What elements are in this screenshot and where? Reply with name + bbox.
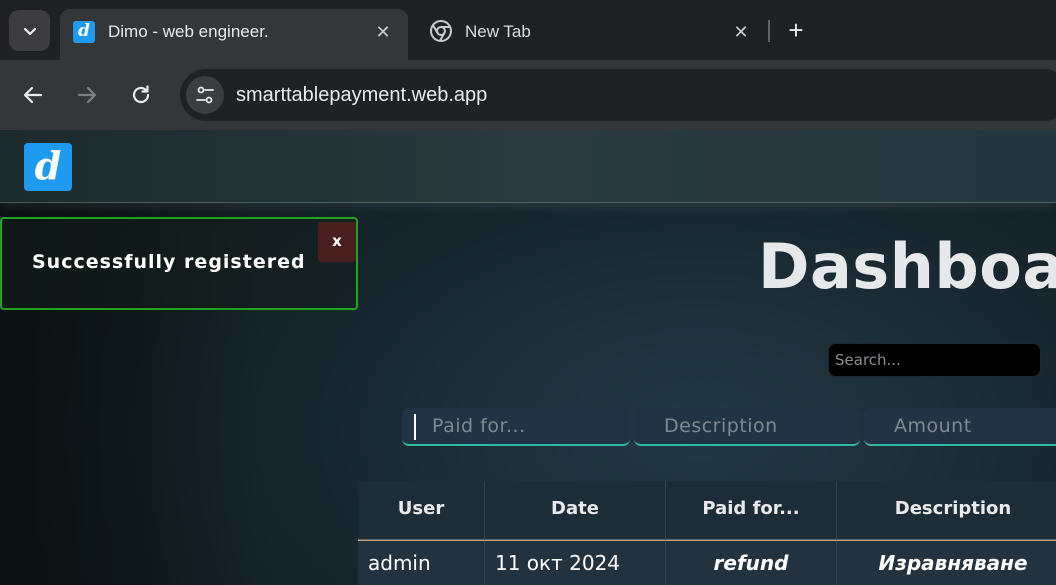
tab-title: New Tab <box>465 22 531 41</box>
dimo-favicon-icon: d <box>73 21 95 43</box>
tab-search-button[interactable] <box>9 10 50 51</box>
url-text: smarttablepayment.web.app <box>236 84 488 106</box>
cell-paid-for: refund <box>666 541 837 585</box>
table-row[interactable]: admin 11 окт 2024 refund Изравняване <box>358 540 1056 585</box>
close-tab-icon[interactable]: ✕ <box>372 21 394 43</box>
search-input[interactable] <box>828 343 1041 377</box>
new-tab-button[interactable]: + <box>784 17 808 43</box>
cell-description: Изравняване <box>837 541 1056 585</box>
forward-button[interactable] <box>74 82 100 108</box>
close-tab-icon[interactable]: ✕ <box>730 21 752 43</box>
page-title: Dashboar <box>758 230 1056 303</box>
chrome-icon <box>430 20 452 42</box>
description-input[interactable] <box>634 408 860 446</box>
tune-icon <box>196 86 214 104</box>
arrow-left-icon <box>23 86 43 104</box>
tab-dimo[interactable]: d Dimo - web engineer. ✕ <box>60 9 408 60</box>
back-button[interactable] <box>20 82 46 108</box>
tab-separator <box>768 20 770 42</box>
site-logo[interactable]: d <box>24 143 72 191</box>
reload-icon <box>132 85 150 104</box>
tab-strip: d Dimo - web engineer. ✕ New Tab ✕ + <box>0 0 1056 60</box>
column-header-date[interactable]: Date <box>485 481 666 540</box>
site-navbar: d <box>0 130 1056 203</box>
site-info-button[interactable] <box>186 76 224 114</box>
text-cursor <box>414 414 416 440</box>
table-header: User Date Paid for... Description <box>358 481 1056 540</box>
paid-for-input[interactable] <box>402 408 630 446</box>
amount-input[interactable] <box>864 408 1056 446</box>
toast-close-button[interactable]: x <box>318 222 356 262</box>
column-header-description[interactable]: Description <box>837 481 1056 540</box>
cell-date: 11 окт 2024 <box>485 541 666 585</box>
column-header-paid-for[interactable]: Paid for... <box>666 481 837 540</box>
toast-message: Successfully registered <box>32 251 306 273</box>
page-content: d Successfully registered x Dashboar Use… <box>0 130 1056 585</box>
cell-user: admin <box>358 541 485 585</box>
browser-toolbar: smarttablepayment.web.app <box>0 60 1056 130</box>
tab-title: Dimo - web engineer. <box>108 22 269 41</box>
address-bar[interactable]: smarttablepayment.web.app <box>180 69 1056 121</box>
chevron-down-icon <box>23 27 36 35</box>
tab-new-tab[interactable]: New Tab ✕ <box>418 9 763 54</box>
arrow-right-icon <box>77 86 97 104</box>
reload-button[interactable] <box>128 82 154 108</box>
success-toast: Successfully registered x <box>0 217 358 310</box>
column-header-user[interactable]: User <box>358 481 485 540</box>
